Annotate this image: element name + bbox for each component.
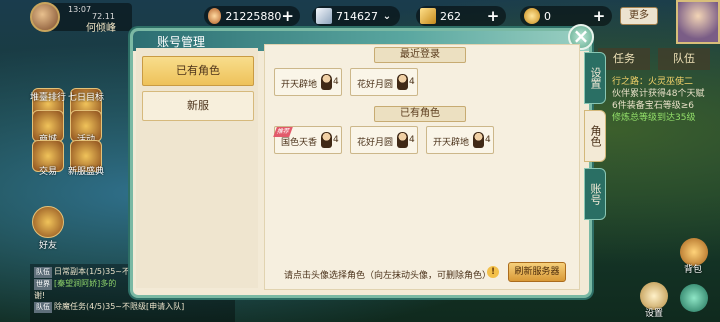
existing-roles-header: 已有角色: [374, 106, 466, 122]
quest-line: 伙伴累计获得48个天赋: [612, 89, 705, 99]
resource-gold-value: 262: [440, 9, 461, 23]
left-menu-label-new-server: 新服盛典: [67, 167, 104, 177]
player-info[interactable]: 13:07 72.11 何倾峰: [30, 2, 132, 34]
character-head-icon: [321, 74, 332, 90]
tab-team[interactable]: 队伍: [658, 48, 710, 70]
more-button[interactable]: 更多: [620, 7, 658, 25]
chat-channel-tag: 队伍: [34, 302, 52, 313]
server-name: 开天辟地: [433, 138, 470, 148]
quest-line: 行之路：火灵巫使二: [612, 77, 694, 87]
chat-text: 日常副本(1/5)35~不限: [54, 267, 138, 276]
add-copper-button[interactable]: +: [281, 7, 294, 25]
chat-channel-tag: 世界: [34, 279, 52, 290]
role-card-recent[interactable]: 花好月圆 4: [350, 68, 418, 96]
add-yuanbao-button[interactable]: +: [592, 7, 606, 25]
server-name: 花好月圆: [357, 138, 394, 148]
quest-line: 6件装备宝石等级≥6: [612, 101, 694, 111]
resource-silver-value: 714627: [336, 9, 378, 23]
character-head-icon: [321, 132, 332, 148]
recent-login-header: 最近登录: [374, 47, 466, 63]
chat-line: 队伍 除魔任务(4/5)35~不限级[申请入队]: [34, 301, 231, 313]
settings-label: 设置: [645, 309, 664, 319]
player-name: 何倾峰: [86, 23, 116, 34]
server-name: 开天辟地: [281, 80, 318, 90]
tab-roles[interactable]: 角色: [584, 110, 606, 162]
quest-line: 修炼总等级到达35级: [612, 113, 696, 123]
swirl-skill-icon[interactable]: [680, 284, 708, 312]
gold-scroll-icon: [420, 8, 436, 24]
silver-ingot-icon: [316, 8, 332, 24]
role-count: 4: [485, 135, 491, 145]
quest-tracker[interactable]: 行之路：火灵巫使二 伙伴累计获得48个天赋 6件装备宝石等级≥6 修炼总等级到达…: [612, 76, 720, 124]
role-count: 4: [409, 135, 415, 145]
resource-copper-value: 21225880: [225, 9, 282, 23]
role-count: 4: [333, 135, 339, 145]
tab-settings[interactable]: 设置: [584, 52, 606, 104]
role-card-existing[interactable]: 推荐 国色天香 4: [273, 126, 342, 154]
left-menu-label-seven-day: 七日目标: [67, 93, 104, 103]
category-existing-roles[interactable]: 已有角色: [142, 56, 254, 86]
left-menu-label-friends: 好友: [38, 241, 57, 251]
refresh-server-button[interactable]: 刷新服务器: [508, 262, 566, 282]
resource-gold: 262 +: [416, 6, 506, 26]
role-card-existing[interactable]: 花好月圆 4: [350, 126, 418, 154]
exclamation-icon[interactable]: !: [487, 266, 499, 278]
character-head-icon: [473, 132, 484, 148]
character-head-icon: [397, 132, 408, 148]
chat-text: 谢!: [34, 291, 46, 300]
resource-yuanbao-value: 0: [544, 9, 551, 23]
chat-text: [秦望涧阿娇]多的: [54, 279, 117, 288]
tab-account[interactable]: 账号: [584, 168, 606, 220]
player-avatar[interactable]: [30, 2, 60, 32]
role-count: 4: [333, 77, 339, 87]
copper-coin-icon: [208, 8, 222, 24]
character-head-icon: [397, 74, 408, 90]
resource-yuanbao: 0 +: [520, 6, 612, 26]
right-tabs: 任务 队伍: [596, 48, 720, 70]
chat-text: 除魔任务(4/5)35~不限级[申请入队]: [54, 302, 185, 311]
bag-label: 背包: [684, 265, 703, 275]
add-gold-button[interactable]: +: [486, 7, 500, 25]
resource-copper: 21225880 +: [204, 6, 300, 26]
category-new-server[interactable]: 新服: [142, 91, 254, 121]
server-name: 国色天香: [281, 138, 318, 148]
role-count: 4: [409, 77, 415, 87]
role-card-recent[interactable]: 开天辟地 4: [274, 68, 342, 96]
friends-icon[interactable]: [32, 206, 64, 238]
silver-dropdown-button[interactable]: ⌄: [380, 11, 394, 22]
hint-text: 请点击头像选择角色（向左抹动头像，可删除角色）: [284, 271, 492, 281]
resource-silver: 714627 ⌄: [312, 6, 400, 26]
role-card-existing[interactable]: 开天辟地 4: [426, 126, 494, 154]
server-name: 花好月圆: [357, 80, 394, 90]
chat-channel-tag: 队伍: [34, 267, 52, 278]
hero-portrait[interactable]: [676, 0, 720, 44]
yuanbao-icon: [524, 8, 540, 24]
clock-text: 13:07: [68, 5, 92, 14]
